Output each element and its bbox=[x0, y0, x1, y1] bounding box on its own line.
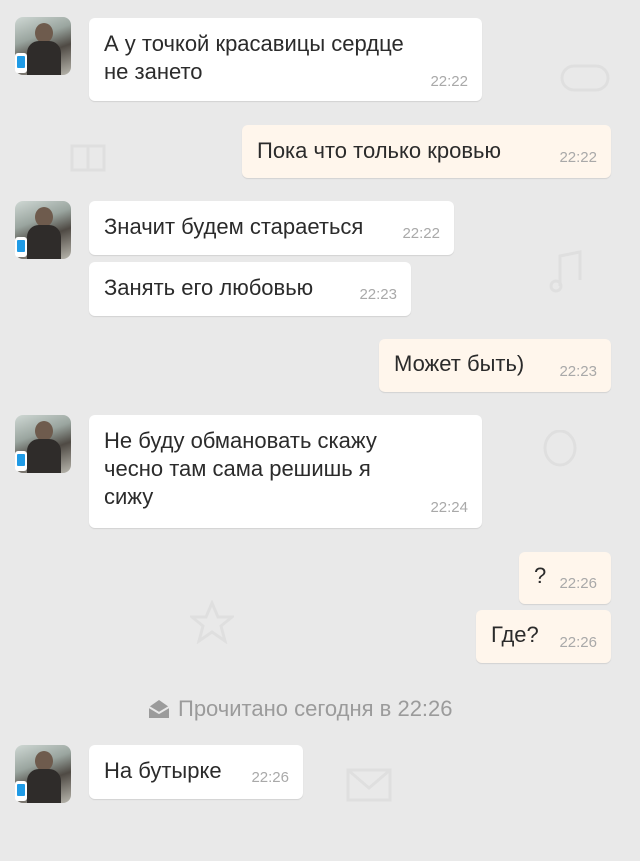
mobile-phone-icon bbox=[15, 451, 27, 471]
balloon-icon bbox=[543, 430, 577, 467]
message-bubble-outgoing[interactable]: Где? 22:26 bbox=[476, 610, 611, 663]
gift-icon bbox=[70, 144, 106, 172]
message-time: 22:23 bbox=[559, 363, 597, 380]
message-text: Занять его любовью bbox=[104, 275, 314, 300]
message-time: 22:26 bbox=[559, 634, 597, 651]
message-time: 22:23 bbox=[359, 286, 397, 303]
envelope-icon bbox=[346, 768, 392, 802]
star-icon bbox=[190, 600, 234, 644]
message-bubble-incoming[interactable]: Не буду обмановать скажу чесно там сама … bbox=[89, 415, 482, 528]
message-time: 22:22 bbox=[402, 225, 440, 242]
message-time: 22:26 bbox=[559, 575, 597, 592]
music-note-icon bbox=[549, 250, 582, 293]
read-receipt: Прочитано сегодня в 22:26 bbox=[148, 694, 453, 724]
mobile-phone-icon bbox=[15, 237, 27, 257]
message-bubble-outgoing[interactable]: Может быть) 22:23 bbox=[379, 339, 611, 392]
message-time: 22:26 bbox=[251, 769, 289, 786]
message-bubble-outgoing[interactable]: Пока что только кровью 22:22 bbox=[242, 125, 611, 178]
message-time: 22:22 bbox=[430, 73, 468, 90]
envelope-open-icon bbox=[148, 700, 170, 718]
message-text: Пока что только кровью bbox=[257, 138, 501, 163]
message-text: А у точкой красавицы сердце не зането bbox=[104, 31, 404, 84]
message-bubble-incoming[interactable]: Значит будем стараеться 22:22 bbox=[89, 201, 454, 255]
mobile-phone-icon bbox=[15, 781, 27, 801]
message-text: Где? bbox=[491, 622, 539, 647]
chat-thread: А у точкой красавицы сердце не зането 22… bbox=[0, 0, 640, 861]
message-time: 22:24 bbox=[430, 499, 468, 516]
message-text: Не буду обмановать скажу чесно там сама … bbox=[104, 428, 377, 509]
message-text: ? bbox=[534, 563, 547, 588]
message-text: Значит будем стараеться bbox=[104, 214, 364, 239]
message-bubble-incoming[interactable]: На бутырке 22:26 bbox=[89, 745, 303, 799]
message-bubble-outgoing[interactable]: ? 22:26 bbox=[519, 552, 611, 604]
message-bubble-incoming[interactable]: Занять его любовью 22:23 bbox=[89, 262, 411, 316]
message-bubble-incoming[interactable]: А у точкой красавицы сердце не зането 22… bbox=[89, 18, 482, 101]
mobile-phone-icon bbox=[15, 53, 27, 73]
read-receipt-text: Прочитано сегодня в 22:26 bbox=[178, 696, 453, 721]
gamepad-icon bbox=[560, 64, 610, 92]
message-text: На бутырке bbox=[104, 758, 222, 783]
message-time: 22:22 bbox=[559, 149, 597, 166]
message-text: Может быть) bbox=[394, 351, 525, 376]
